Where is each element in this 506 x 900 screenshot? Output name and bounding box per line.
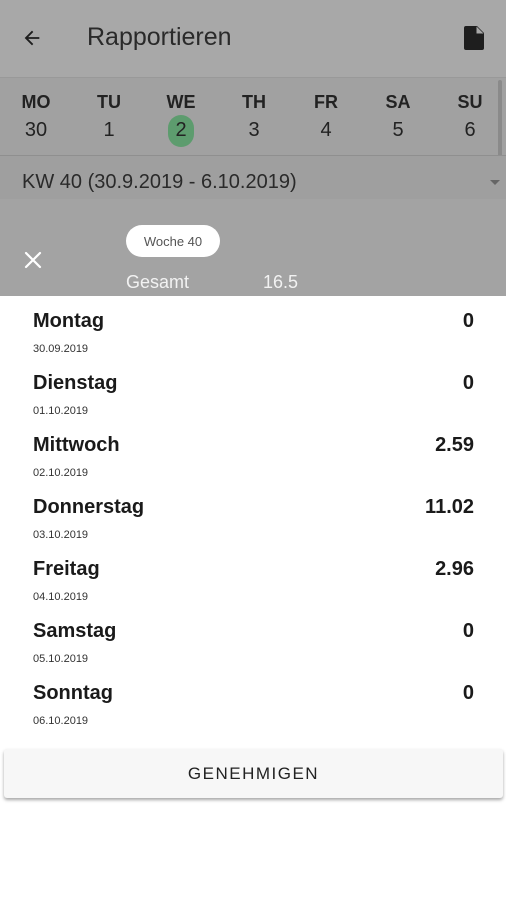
week-day-strip: MO 30 TU 1 WE 2 TH 3 FR 4 SA 5 SU 6 [0,77,506,155]
page-title: Rapportieren [87,23,232,51]
list-item[interactable]: Montag 30.09.2019 0 [0,296,506,358]
day-name: TH [242,92,266,112]
list-item[interactable]: Freitag 04.10.2019 2.96 [0,544,506,606]
day-date: 2 [175,119,187,141]
entry-date: 02.10.2019 [33,467,89,479]
dropdown-caret-icon [490,180,500,185]
approve-button[interactable]: GENEHMIGEN [4,749,503,798]
list-item[interactable]: Donnerstag 03.10.2019 11.02 [0,482,506,544]
entry-day: Freitag [33,558,100,580]
day-name: SU [457,92,483,112]
day-date: 30 [24,119,48,141]
list-item[interactable]: Sonntag 06.10.2019 0 [0,668,506,730]
day-su[interactable]: SU 6 [440,78,500,156]
entry-day: Samstag [33,620,117,642]
day-date: 3 [248,119,260,141]
entry-hours: 0 [462,372,474,394]
close-button[interactable] [18,245,48,275]
entry-date: 04.10.2019 [33,591,89,603]
day-name: WE [166,92,196,112]
week-chip: Woche 40 [126,225,220,257]
entry-hours: 2.59 [435,434,474,456]
entry-date: 05.10.2019 [33,653,89,665]
app-bar: Rapportieren [0,0,506,77]
arrow-left-icon [24,30,40,46]
close-icon [24,251,42,269]
entry-day: Montag [33,310,105,332]
day-name: SA [385,92,411,112]
list-item[interactable]: Mittwoch 02.10.2019 2.59 [0,420,506,482]
entry-date: 03.10.2019 [33,529,89,541]
entry-day: Dienstag [33,372,118,394]
entry-hours: 2.96 [435,558,474,580]
day-date: 4 [320,119,332,141]
day-date: 1 [103,119,115,141]
day-name: FR [314,92,338,112]
entry-hours: 0 [462,682,474,704]
week-select-value: KW 40 (30.9.2019 - 6.10.2019) [22,171,297,193]
day-fr[interactable]: FR 4 [296,78,356,156]
day-tu[interactable]: TU 1 [79,78,139,156]
total-value: 16.5 [263,272,299,292]
list-item[interactable]: Dienstag 01.10.2019 0 [0,358,506,420]
back-button[interactable] [14,22,50,54]
entry-day: Mittwoch [33,434,120,456]
entry-hours: 11.02 [425,496,474,518]
entry-date: 30.09.2019 [33,343,89,355]
day-name: TU [97,92,121,112]
day-name: MO [21,92,51,112]
week-select-dropdown[interactable]: KW 40 (30.9.2019 - 6.10.2019) [0,155,506,199]
day-sa[interactable]: SA 5 [368,78,428,156]
entry-date: 06.10.2019 [33,715,89,727]
week-summary-panel: Woche 40 Gesamt 16.5 [0,199,506,296]
entry-date: 01.10.2019 [33,405,89,417]
entry-hours: 0 [462,310,474,332]
entry-day: Sonntag [33,682,113,704]
entry-hours: 0 [462,620,474,642]
day-mo[interactable]: MO 30 [6,78,66,156]
document-icon [464,26,484,50]
document-button[interactable] [458,22,490,54]
total-label: Gesamt [126,272,190,292]
day-th[interactable]: TH 3 [224,78,284,156]
day-date: 5 [392,119,404,141]
day-we-selected[interactable]: WE 2 [151,78,211,156]
entry-day: Donnerstag [33,496,145,518]
day-date: 6 [464,119,476,141]
list-item[interactable]: Samstag 05.10.2019 0 [0,606,506,668]
